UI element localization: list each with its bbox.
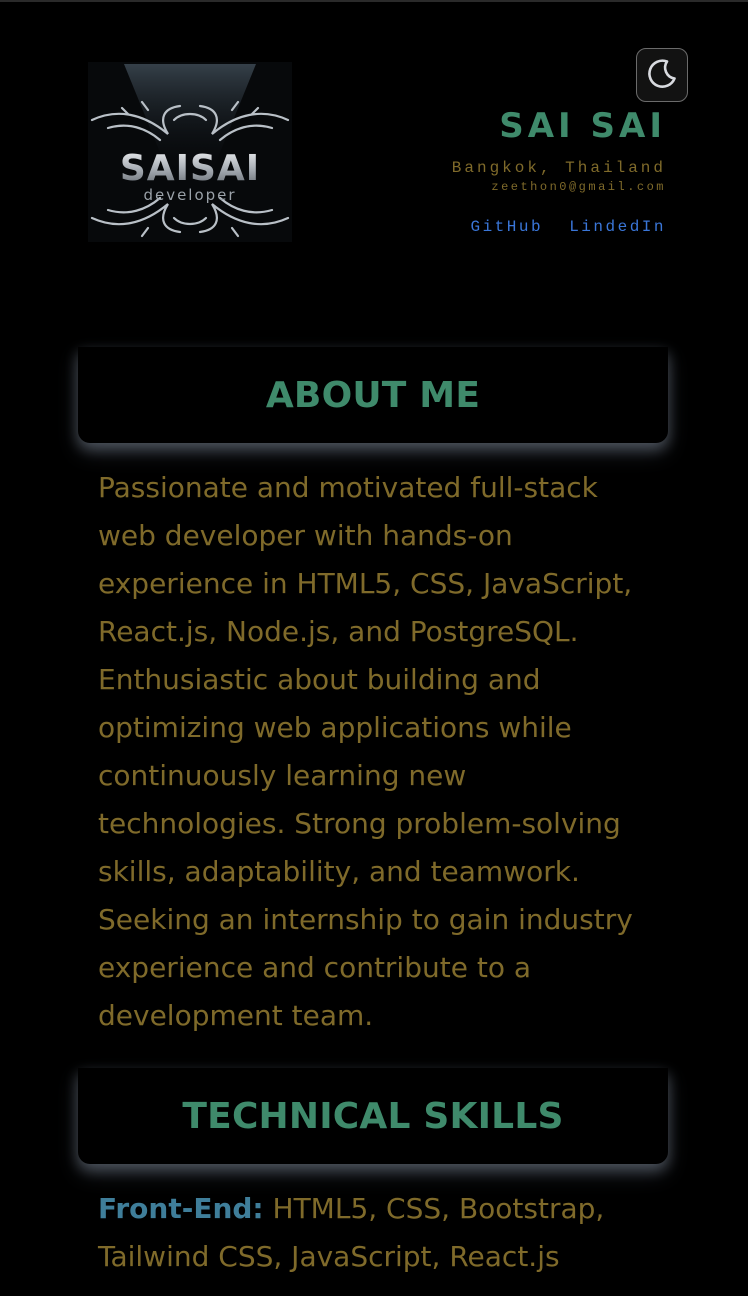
profile-name: SAI SAI	[499, 106, 666, 146]
profile-email: zeethon0@gmail.com	[491, 180, 666, 194]
linkedin-link[interactable]: LindedIn	[569, 218, 666, 236]
skills-section-header: TECHNICAL SKILLS	[78, 1068, 668, 1164]
skill-item-frontend: Front-End: HTML5, CSS, Bootstrap, Tailwi…	[98, 1185, 658, 1281]
portfolio-page: SAISAI developer SAI SAI Bangkok, Thaila…	[0, 0, 748, 1296]
logo-title: SAISAI	[120, 148, 260, 189]
theme-toggle-button[interactable]	[636, 48, 688, 102]
about-heading: ABOUT ME	[265, 374, 481, 416]
skill-label: Front-End:	[98, 1192, 264, 1225]
skills-heading: TECHNICAL SKILLS	[182, 1095, 564, 1137]
github-link[interactable]: GitHub	[470, 218, 543, 236]
profile-links: GitHub LindedIn	[346, 218, 666, 236]
saisai-logo: SAISAI developer	[88, 62, 292, 242]
profile-header: SAI SAI Bangkok, Thailand zeethon0@gmail…	[346, 106, 666, 236]
about-section-header: ABOUT ME	[78, 347, 668, 443]
about-text: Passionate and motivated full-stack web …	[98, 471, 633, 1032]
logo-subtitle: developer	[143, 186, 236, 204]
profile-location: Bangkok, Thailand	[451, 159, 666, 177]
moon-icon	[645, 56, 679, 94]
